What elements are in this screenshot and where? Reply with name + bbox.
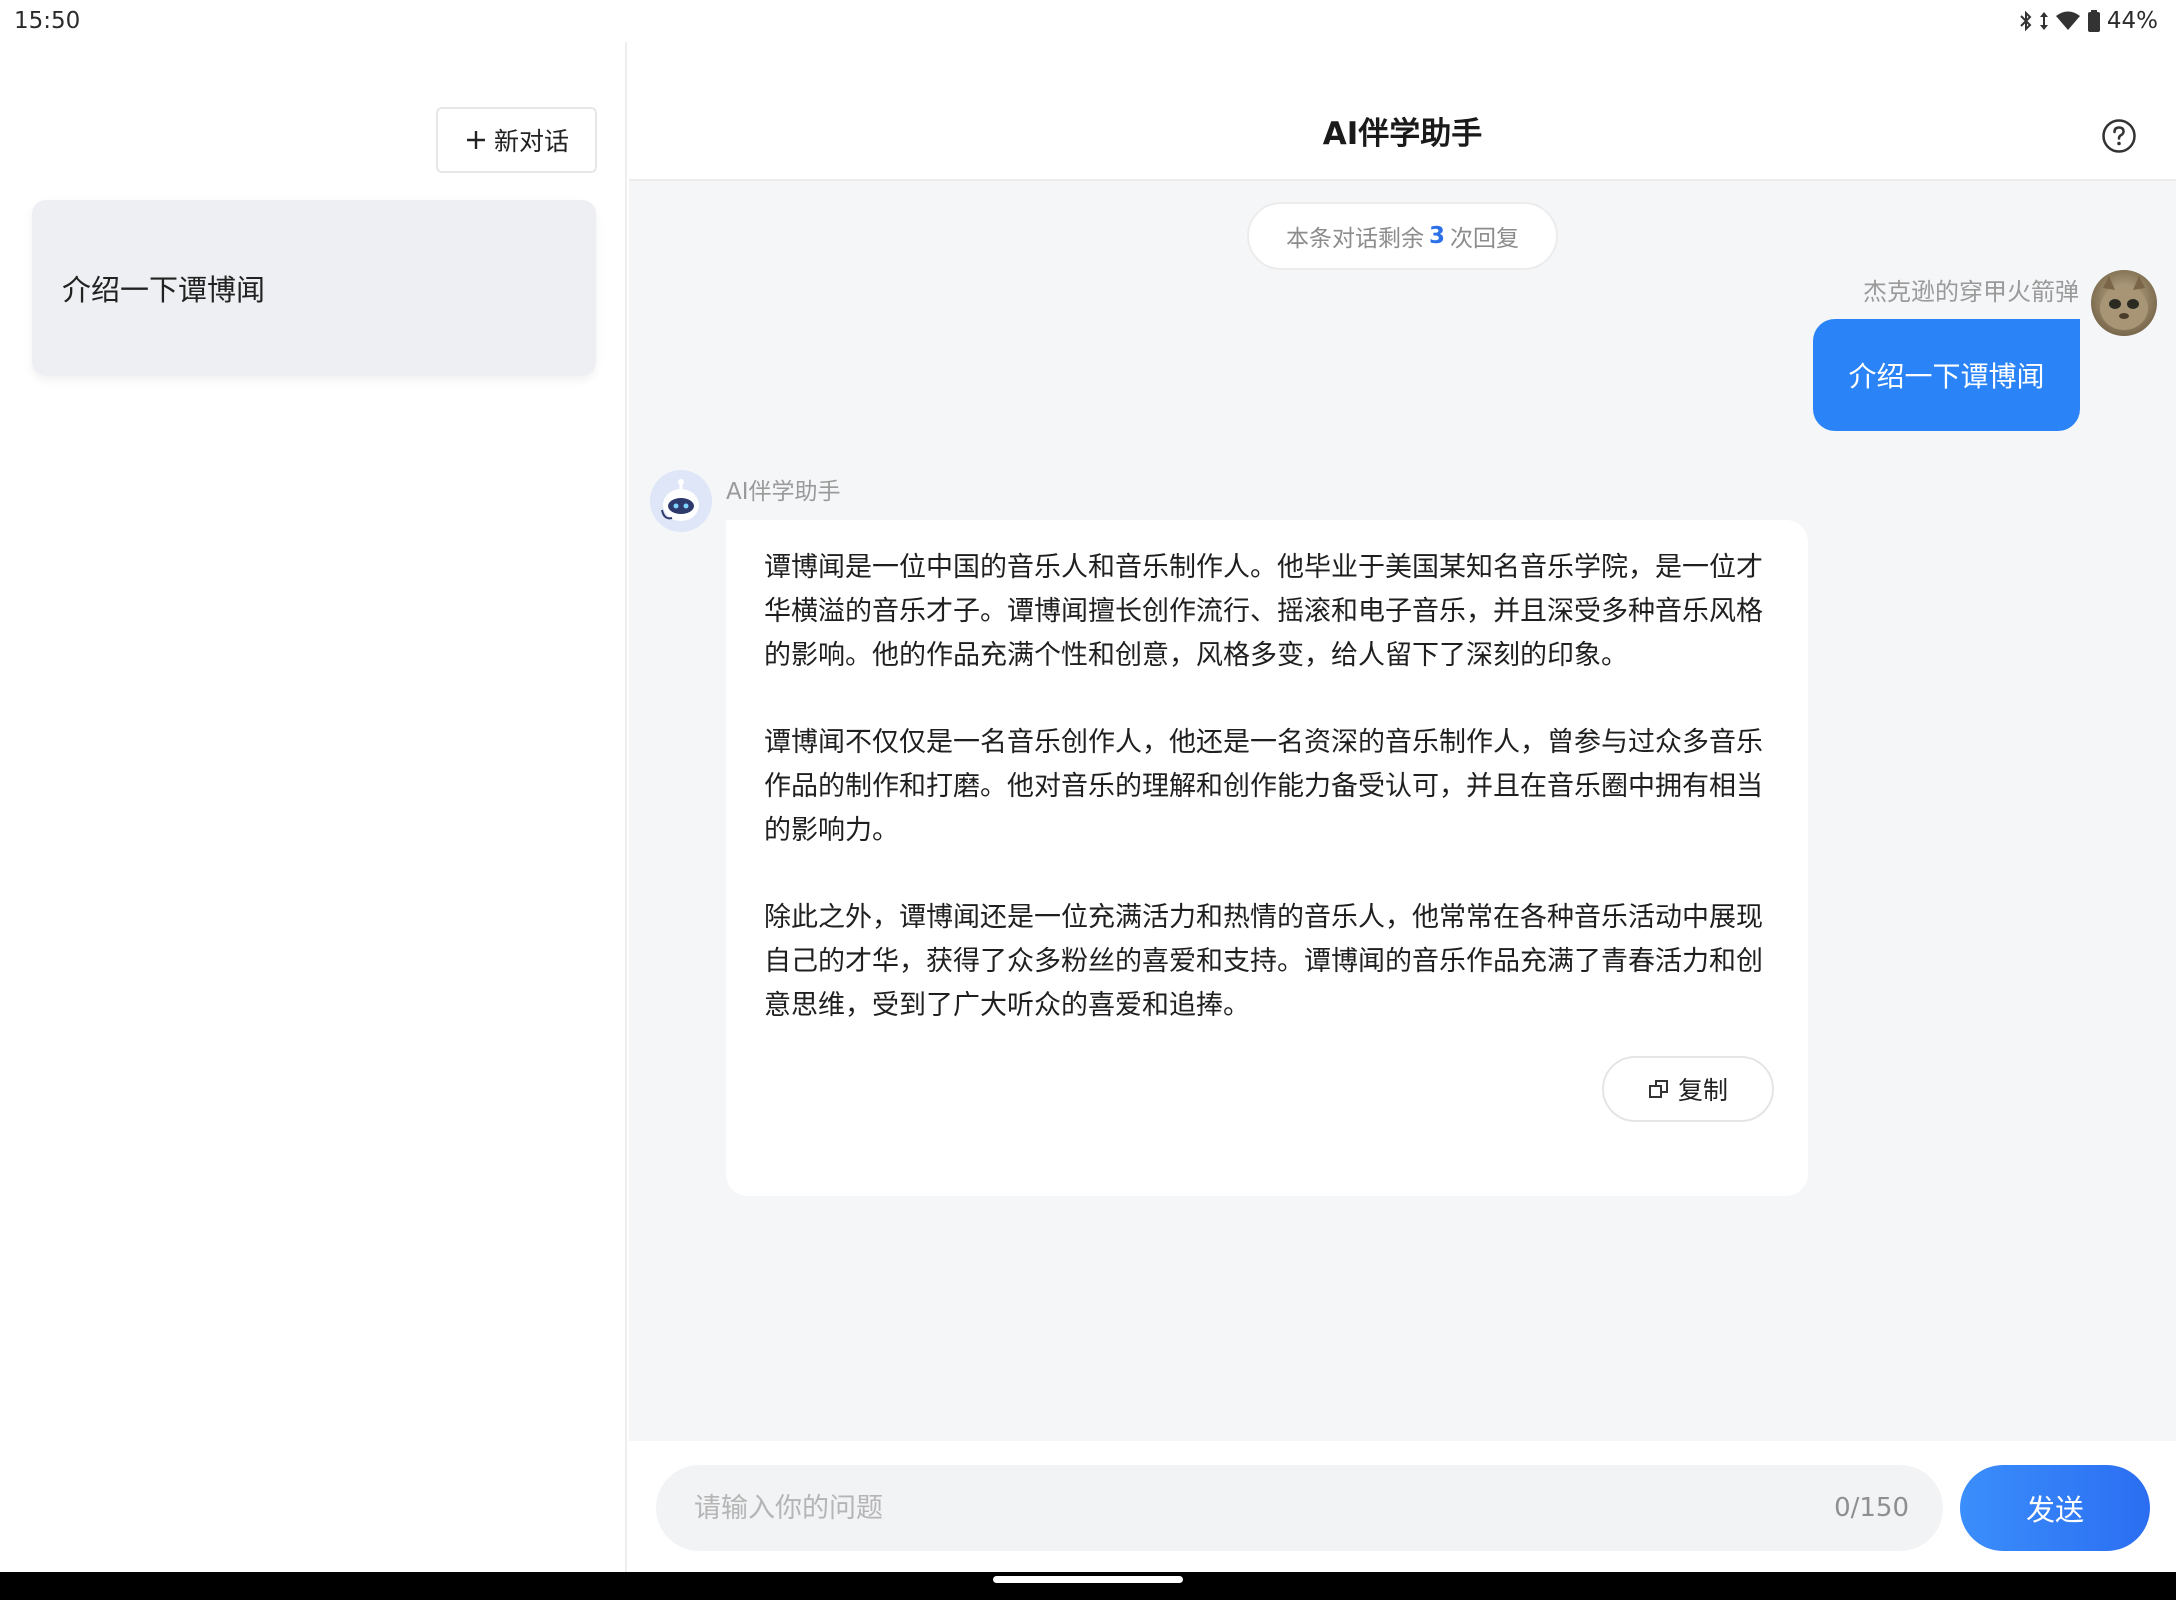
plus-icon	[466, 131, 485, 149]
battery-icon	[2087, 10, 2100, 32]
input-bar: 0/150 发送	[629, 1441, 2176, 1572]
history-item-title: 介绍一下谭博闻	[62, 273, 266, 307]
copy-icon	[1648, 1080, 1668, 1098]
remaining-prefix: 本条对话剩余	[1285, 226, 1424, 252]
bot-avatar	[650, 470, 712, 532]
bot-paragraph: 除此之外，谭博闻还是一位充满活力和热情的音乐人，他常常在各种音乐活动中展现自己的…	[764, 902, 1763, 1021]
remaining-count: 3	[1428, 223, 1445, 249]
page-title: AI伴学助手	[1322, 116, 1483, 152]
bot-paragraph: 谭博闻不仅仅是一名音乐创作人，他还是一名资深的音乐制作人，曾参与过众多音乐作品的…	[764, 727, 1763, 846]
robot-icon	[650, 470, 712, 532]
question-input[interactable]	[692, 1491, 1742, 1525]
home-handle[interactable]	[993, 1576, 1183, 1583]
copy-button[interactable]: 复制	[1602, 1056, 1774, 1122]
user-avatar	[2091, 270, 2157, 336]
chat-panel: AI伴学助手 本条对话剩余 3 次回复 杰克逊的穿甲火箭弹 介绍一下谭博闻 AI…	[629, 42, 2176, 1572]
status-bar: 15:50 44%	[0, 0, 2176, 42]
status-icons: 44%	[2019, 8, 2162, 34]
user-message-text: 介绍一下谭博闻	[1848, 360, 2045, 393]
help-circle-icon[interactable]	[2101, 118, 2137, 154]
wifi-icon	[2055, 11, 2080, 30]
user-message-bubble: 介绍一下谭博闻	[1813, 319, 2080, 431]
bot-message-bubble: 谭博闻是一位中国的音乐人和音乐制作人。他毕业于美国某知名音乐学院，是一位才华横溢…	[726, 520, 1808, 1196]
char-counter: 0/150	[1834, 1493, 1909, 1523]
sidebar: 新对话 介绍一下谭博闻	[0, 42, 627, 1572]
bot-paragraph: 谭博闻是一位中国的音乐人和音乐制作人。他毕业于美国某知名音乐学院，是一位才华横溢…	[764, 552, 1763, 671]
history-item[interactable]: 介绍一下谭博闻	[32, 200, 596, 376]
question-input-container[interactable]: 0/150	[656, 1465, 1943, 1551]
copy-label: 复制	[1677, 1076, 1728, 1105]
new-chat-button[interactable]: 新对话	[436, 107, 597, 173]
chat-header: AI伴学助手	[629, 42, 2176, 181]
status-time: 15:50	[14, 8, 81, 34]
user-avatar-image	[2100, 276, 2148, 330]
remaining-suffix: 次回复	[1450, 226, 1519, 252]
user-name: 杰克逊的穿甲火箭弹	[1863, 278, 2079, 306]
battery-percent: 44%	[2106, 8, 2158, 34]
send-label: 发送	[2025, 1493, 2084, 1527]
navigation-bar	[0, 1572, 2176, 1600]
data-arrows-icon	[2039, 12, 2048, 30]
send-button[interactable]: 发送	[1960, 1465, 2150, 1551]
bluetooth-icon	[2020, 10, 2032, 32]
bot-name: AI伴学助手	[726, 479, 841, 505]
new-chat-label: 新对话	[493, 127, 569, 156]
remaining-replies-badge: 本条对话剩余 3 次回复	[1247, 202, 1558, 270]
